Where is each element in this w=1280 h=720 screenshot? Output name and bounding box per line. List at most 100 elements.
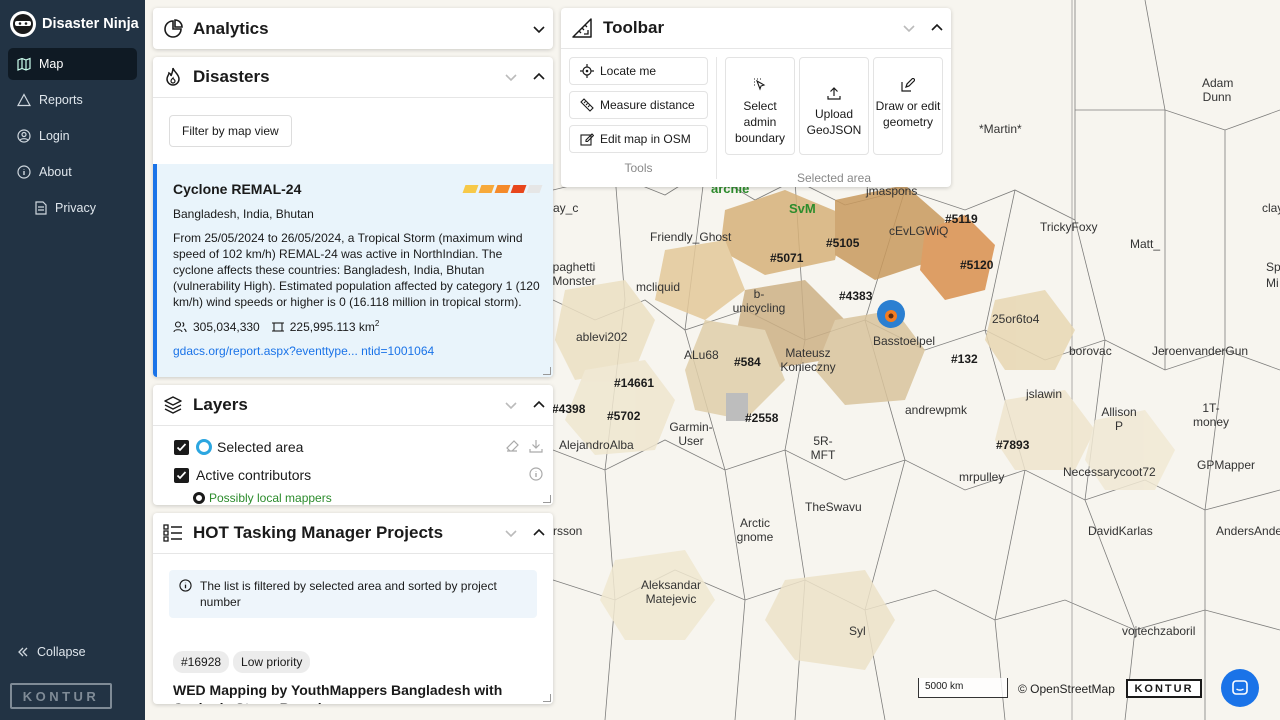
disaster-name: Cyclone REMAL-24	[173, 181, 302, 197]
toolbar-header[interactable]: Toolbar	[561, 8, 951, 49]
draw-geometry-button[interactable]: Draw or edit geometry	[873, 57, 943, 155]
hot-header[interactable]: HOT Tasking Manager Projects	[153, 513, 553, 554]
collapse-panel-button[interactable]	[923, 21, 951, 35]
resize-handle[interactable]	[543, 694, 551, 702]
tool-label: Measure distance	[600, 98, 695, 112]
disaster-description: From 25/05/2024 to 26/05/2024, a Tropica…	[173, 231, 540, 309]
disasters-header[interactable]: Disasters	[153, 57, 553, 98]
gdacs-link[interactable]: gdacs.org/report.aspx?eventtype... ntid=…	[173, 344, 541, 358]
area-value: 225,995.113 km2	[290, 319, 380, 334]
layers-icon	[164, 396, 182, 414]
filter-info-text: The list is filtered by selected area an…	[200, 579, 497, 609]
people-icon	[173, 320, 187, 332]
chevron-down-icon	[903, 25, 915, 33]
map-label: borovac	[1069, 344, 1112, 358]
minimize-button[interactable]	[497, 398, 525, 412]
collapse-panel-button[interactable]	[525, 398, 553, 412]
minimize-button[interactable]	[895, 21, 923, 35]
kontur-map-logo[interactable]: KONTUR	[1126, 679, 1202, 698]
severity-bar	[462, 185, 479, 193]
chevron-up-icon	[533, 528, 545, 536]
sidebar-item-about[interactable]: About	[8, 156, 137, 188]
draw-icon	[901, 78, 915, 92]
severity-bar	[494, 185, 511, 193]
info-icon	[17, 165, 31, 179]
map-label: cEvLGWiQ	[889, 224, 949, 238]
resize-handle[interactable]	[543, 367, 551, 375]
sidebar-item-reports[interactable]: Reports	[8, 84, 137, 116]
tools-caption: Tools	[624, 161, 653, 175]
filter-by-map-view-button[interactable]: Filter by map view	[169, 115, 292, 147]
map-label: #4383	[839, 289, 873, 303]
collapse-panel-button[interactable]	[525, 70, 553, 84]
attribution[interactable]: © OpenStreetMap	[1018, 682, 1115, 696]
minimize-button[interactable]	[497, 526, 525, 540]
collapse-button[interactable]: Collapse	[8, 636, 86, 668]
map-label: #2558	[745, 411, 779, 425]
tool-label: Edit map in OSM	[600, 132, 691, 146]
eraser-button[interactable]	[505, 439, 519, 456]
chevron-up-icon	[533, 400, 545, 408]
map-label: Sp	[1266, 260, 1280, 274]
cursor-select-icon	[754, 78, 766, 91]
ruler-pencil-icon	[572, 18, 592, 38]
check-icon	[176, 470, 187, 479]
map-label: Adam Dunn	[1202, 76, 1234, 104]
app-title: Disaster Ninja	[42, 16, 139, 32]
project-title[interactable]: WED Mapping by YouthMappers Bangladesh w…	[173, 681, 533, 704]
locate-me-button[interactable]: Locate me	[569, 57, 708, 85]
kontur-logo[interactable]: KONTUR	[10, 683, 112, 709]
edit-in-osm-button[interactable]: Edit map in OSM	[569, 125, 708, 153]
select-admin-boundary-button[interactable]: Select admin boundary	[725, 57, 795, 155]
analytics-header[interactable]: Analytics	[153, 8, 553, 49]
population-value: 305,034,330	[193, 319, 260, 334]
map-label: Syl	[849, 624, 866, 638]
map-label: #5119	[945, 212, 978, 226]
map-label: AndersAnders	[1216, 524, 1280, 538]
map-label: #5105	[826, 236, 860, 250]
layers-header[interactable]: Layers	[153, 385, 553, 426]
map-label: 1T-money	[1192, 401, 1230, 429]
chevrons-left-icon	[18, 647, 28, 657]
minimize-button[interactable]	[497, 70, 525, 84]
chat-button[interactable]	[1221, 669, 1259, 707]
disaster-card[interactable]: Cyclone REMAL-24 Bangladesh, India, Bhut…	[153, 164, 553, 377]
map-label: JeroenvanderGun	[1152, 344, 1249, 358]
map-label: TrickyFoxy	[1040, 220, 1098, 234]
brand[interactable]: Disaster Ninja	[0, 0, 145, 48]
map-label: Matt_	[1130, 237, 1161, 251]
measure-distance-button[interactable]: Measure distance	[569, 91, 708, 119]
map-label: #4398	[552, 402, 586, 416]
layer-checkbox[interactable]	[174, 467, 189, 483]
sidebar: Disaster Ninja Map Reports Login About P…	[0, 0, 145, 720]
sidebar-item-map[interactable]: Map	[8, 48, 137, 80]
layer-checkbox[interactable]	[174, 439, 189, 455]
resize-handle[interactable]	[543, 495, 551, 503]
map-label: #5120	[960, 258, 994, 272]
map-label: #5071	[770, 251, 804, 265]
upload-geojson-button[interactable]: Upload GeoJSON	[799, 57, 869, 155]
download-button[interactable]	[529, 439, 543, 456]
map-label: ablevi202	[576, 330, 628, 344]
selected-area-legend-icon	[196, 439, 212, 455]
area-unit-sup: 2	[374, 319, 380, 328]
expand-button[interactable]	[525, 22, 553, 36]
layer-info-button[interactable]	[529, 466, 543, 484]
project-id-tag: #16928	[173, 651, 230, 673]
sidebar-item-label: Privacy	[55, 201, 96, 215]
legend-marker-icon	[193, 492, 205, 504]
toolbar-title: Toolbar	[603, 18, 665, 37]
reports-icon	[17, 93, 31, 107]
map-label: Mi	[1266, 276, 1279, 290]
map-label: *Martin*	[979, 122, 1022, 136]
filter-info-box: The list is filtered by selected area an…	[169, 570, 537, 618]
map-label: clay	[1262, 201, 1280, 215]
analytics-panel: Analytics	[153, 8, 553, 49]
sidebar-item-login[interactable]: Login	[8, 120, 137, 152]
map-label: 5R-MFT	[810, 434, 836, 462]
layers-title: Layers	[193, 395, 248, 414]
collapse-panel-button[interactable]	[525, 526, 553, 540]
sidebar-item-privacy[interactable]: Privacy	[8, 192, 137, 224]
map-label: Mateusz Konieczny	[780, 346, 836, 374]
map-label: mrpulley	[959, 470, 1005, 484]
